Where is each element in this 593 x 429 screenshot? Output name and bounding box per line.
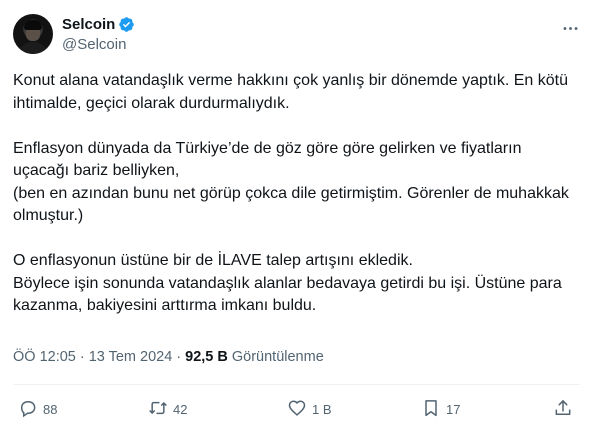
like-icon <box>287 398 307 421</box>
reply-count: 88 <box>43 401 58 417</box>
bookmark-icon <box>421 398 441 421</box>
tweet-header: Selcoin @Selcoin <box>13 14 580 56</box>
tweet-text: Konut alana vatandaşlık verme hakkını ço… <box>13 72 569 314</box>
share-button[interactable] <box>553 396 573 422</box>
reply-button[interactable]: 88 <box>18 396 57 422</box>
views-label: Görüntülenme <box>231 349 324 365</box>
name-row: Selcoin <box>62 16 135 33</box>
repost-button[interactable]: 42 <box>148 396 187 422</box>
avatar[interactable] <box>13 14 53 54</box>
meta-separator: · <box>176 349 182 365</box>
repost-count: 42 <box>173 401 188 417</box>
bookmark-button[interactable]: 17 <box>421 396 460 422</box>
verified-badge-icon[interactable] <box>118 16 135 33</box>
share-icon <box>553 398 573 421</box>
meta-separator: · <box>79 349 85 365</box>
views-count: 92,5 B <box>185 349 228 365</box>
reply-icon <box>18 398 38 421</box>
handle[interactable]: @Selcoin <box>62 36 126 53</box>
more-options-icon[interactable] <box>560 18 580 38</box>
tweet-time[interactable]: ÖÖ 12:05 <box>13 349 76 365</box>
tweet-date[interactable]: 13 Tem 2024 <box>89 349 173 365</box>
divider <box>13 384 580 385</box>
like-count: 1 B <box>312 401 332 417</box>
action-bar: 88 42 1 B 17 <box>13 396 580 422</box>
tweet-meta: ÖÖ 12:05 · 13 Tem 2024 · 92,5 B Görüntül… <box>13 349 324 365</box>
repost-icon <box>148 398 168 421</box>
display-name[interactable]: Selcoin <box>62 16 115 33</box>
like-button[interactable]: 1 B <box>287 396 332 422</box>
bookmark-count: 17 <box>446 401 461 417</box>
